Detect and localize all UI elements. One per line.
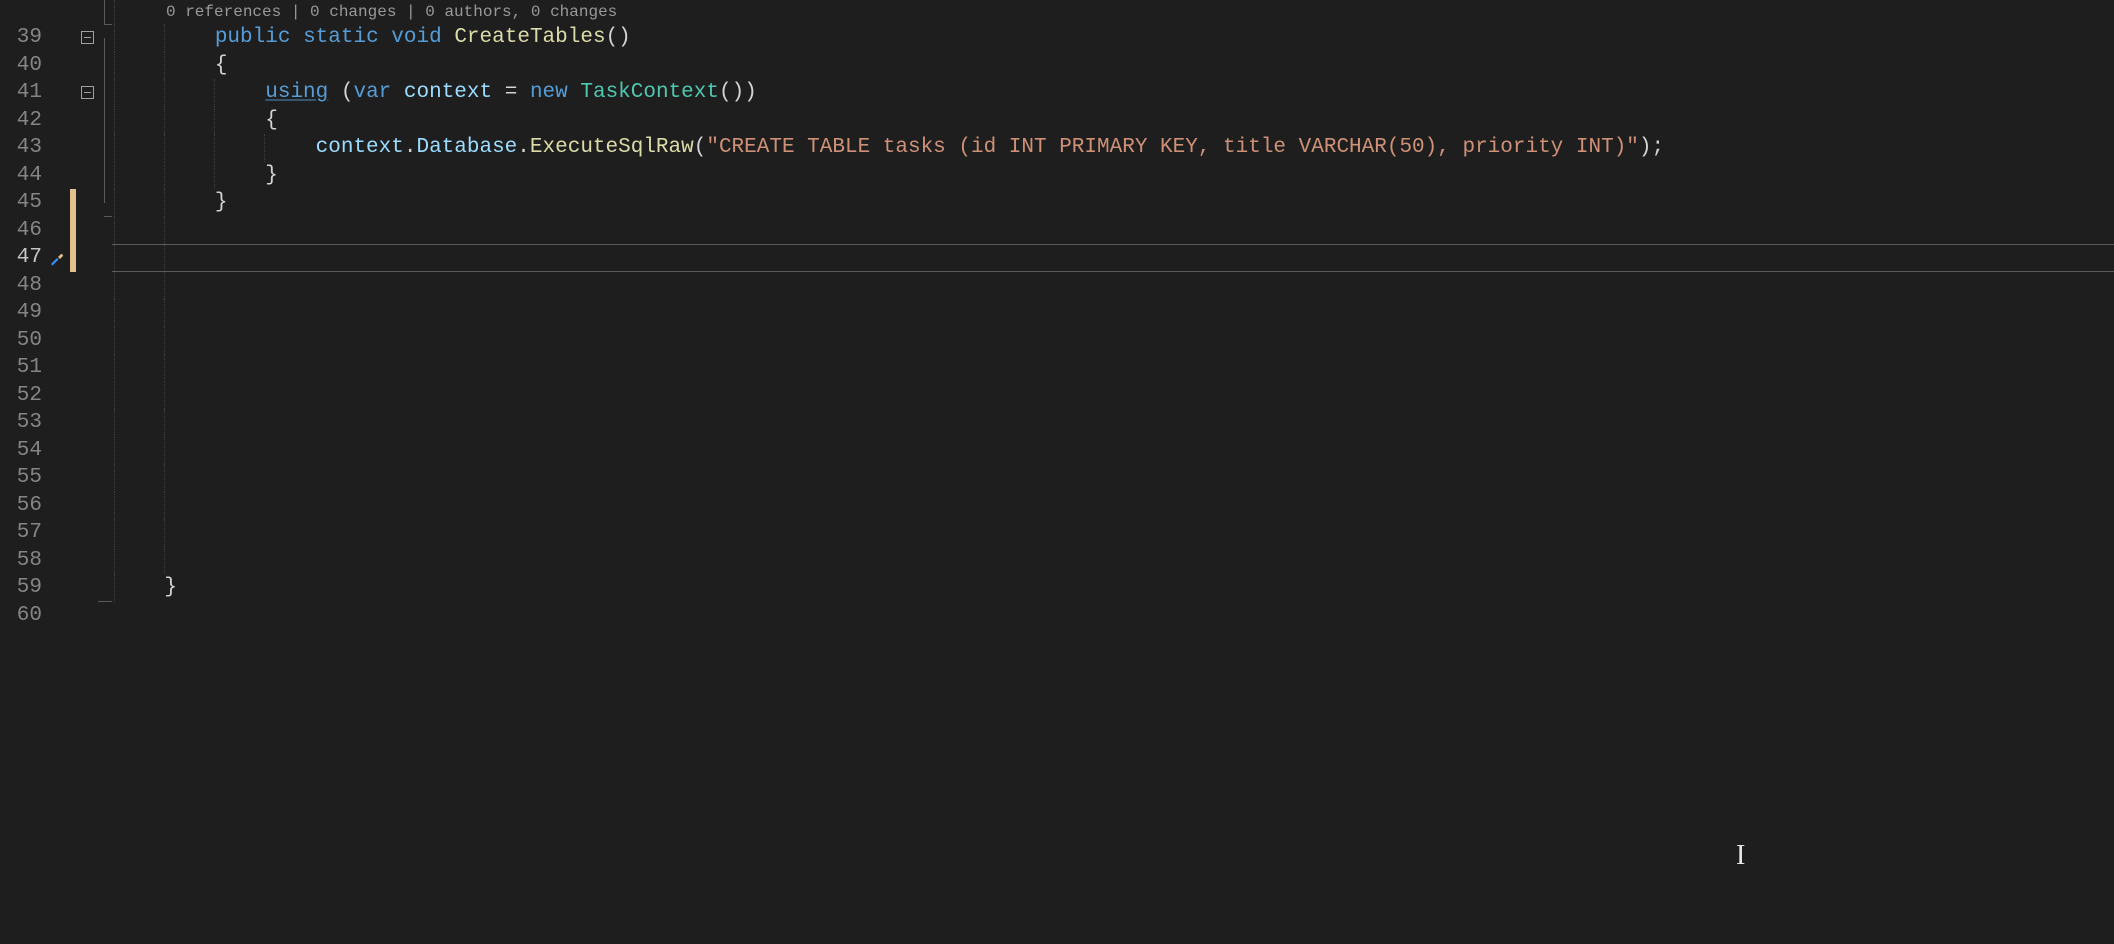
token-string: "CREATE TABLE tasks (id INT PRIMARY KEY,… — [706, 136, 1639, 159]
token-brace: } — [215, 191, 228, 214]
gutter-row: 45 — [0, 189, 112, 217]
code-line[interactable] — [112, 409, 2114, 437]
line-number: 48 — [0, 274, 46, 297]
collapse-icon[interactable] — [81, 86, 94, 99]
editor-content[interactable]: 0 references | 0 changes | 0 authors, 0 … — [112, 0, 2114, 944]
gutter-row: 40 — [0, 52, 112, 80]
code-line[interactable]: { — [112, 107, 2114, 135]
code-editor[interactable]: 39 40 41 42 — [0, 0, 2114, 944]
gutter-row: 42 — [0, 107, 112, 135]
token-brace: } — [164, 576, 177, 599]
code-line[interactable] — [112, 464, 2114, 492]
token-keyword: var — [353, 81, 391, 104]
code-line[interactable] — [112, 382, 2114, 410]
gutter-row: 39 — [0, 24, 112, 52]
collapse-icon[interactable] — [81, 31, 94, 44]
gutter-row: 59 — [0, 574, 112, 602]
indent-guide — [114, 0, 115, 24]
editor-gutter: 39 40 41 42 — [0, 0, 112, 944]
line-number: 41 — [0, 81, 46, 104]
screwdriver-icon[interactable] — [49, 250, 65, 266]
token-keyword: new — [530, 81, 568, 104]
line-number: 39 — [0, 26, 46, 49]
line-number: 54 — [0, 439, 46, 462]
code-line[interactable] — [112, 217, 2114, 245]
code-line[interactable] — [112, 519, 2114, 547]
token-variable: context — [316, 136, 404, 159]
code-action-button[interactable] — [46, 250, 68, 266]
line-number: 43 — [0, 136, 46, 159]
codelens-text[interactable]: 0 references | 0 changes | 0 authors, 0 … — [112, 0, 2114, 24]
code-line[interactable]: context.Database.ExecuteSqlRaw("CREATE T… — [112, 134, 2114, 162]
code-line[interactable]: public static void CreateTables() — [112, 24, 2114, 52]
change-bar-modified[interactable] — [70, 189, 76, 217]
code-line[interactable] — [112, 299, 2114, 327]
code-line[interactable] — [112, 492, 2114, 520]
text-cursor-icon — [1736, 840, 1754, 866]
token-type: TaskContext — [580, 81, 719, 104]
code-line[interactable] — [112, 547, 2114, 575]
token-brace: { — [265, 109, 278, 132]
token-variable: context — [404, 81, 492, 104]
code-line[interactable]: } — [112, 574, 2114, 602]
token-keyword: static — [303, 26, 379, 49]
token-function: CreateTables — [454, 26, 605, 49]
gutter-row: 41 — [0, 79, 112, 107]
line-number: 46 — [0, 219, 46, 242]
code-line[interactable] — [112, 354, 2114, 382]
code-line[interactable]: using (var context = new TaskContext()) — [112, 79, 2114, 107]
line-number: 53 — [0, 411, 46, 434]
line-number-current: 47 — [0, 246, 46, 269]
code-line[interactable] — [112, 327, 2114, 355]
gutter-row: 46 — [0, 217, 112, 245]
line-number: 40 — [0, 54, 46, 77]
line-number: 59 — [0, 576, 46, 599]
token-keyword: public — [215, 26, 291, 49]
token-property: Database — [416, 136, 517, 159]
line-number: 52 — [0, 384, 46, 407]
code-line[interactable] — [112, 602, 2114, 630]
fold-toggle[interactable] — [76, 31, 98, 44]
change-bar-modified[interactable] — [70, 244, 76, 272]
change-bar-blank — [70, 0, 76, 24]
line-number: 50 — [0, 329, 46, 352]
code-line[interactable] — [112, 437, 2114, 465]
fold-toggle[interactable] — [76, 86, 98, 99]
line-number: 56 — [0, 494, 46, 517]
token-brace: { — [215, 54, 228, 77]
token-function: ExecuteSqlRaw — [530, 136, 694, 159]
line-number: 58 — [0, 549, 46, 572]
change-bar-modified[interactable] — [70, 217, 76, 245]
gutter-row: 44 — [0, 162, 112, 190]
line-number: 44 — [0, 164, 46, 187]
code-line[interactable]: { — [112, 52, 2114, 80]
gutter-row: 43 — [0, 134, 112, 162]
gutter-row — [0, 0, 112, 24]
line-number: 57 — [0, 521, 46, 544]
gutter-row-current: 47 — [0, 244, 112, 272]
token-keyword: using — [265, 81, 328, 104]
line-number: 49 — [0, 301, 46, 324]
token-keyword: void — [391, 26, 441, 49]
line-number: 51 — [0, 356, 46, 379]
code-line[interactable] — [112, 272, 2114, 300]
line-number: 60 — [0, 604, 46, 627]
line-number: 55 — [0, 466, 46, 489]
line-number: 42 — [0, 109, 46, 132]
code-line[interactable]: } — [112, 162, 2114, 190]
code-line[interactable]: } — [112, 189, 2114, 217]
ruler — [98, 0, 112, 24]
code-line-current[interactable] — [112, 244, 2114, 272]
line-number: 45 — [0, 191, 46, 214]
token-brace: } — [265, 164, 278, 187]
ruler — [98, 24, 112, 52]
